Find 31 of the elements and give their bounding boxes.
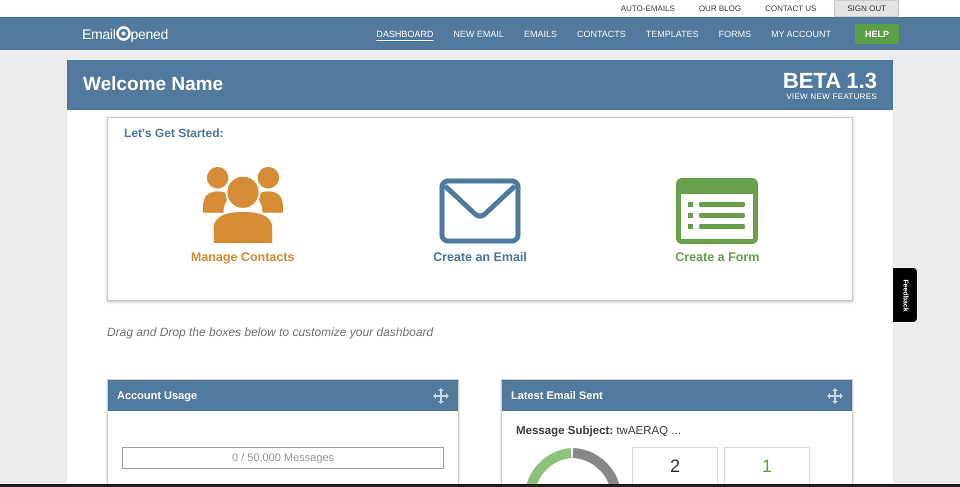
envelope-icon <box>438 178 521 244</box>
action-link[interactable]: Create an Email <box>380 164 580 264</box>
message-subject: Message Subject: twAERAQ ... <box>516 425 682 437</box>
nav-link[interactable]: DASHBOARD <box>376 28 434 38</box>
version-label: BETA 1.3 <box>782 70 877 92</box>
top-link[interactable]: AUTO-EMAILS <box>620 4 675 13</box>
hint-text: Drag and Drop the boxes below to customize your dashboard <box>107 325 434 339</box>
features-link[interactable]: VIEW NEW FEATURES <box>786 92 877 100</box>
stat-value: 2 <box>632 447 718 484</box>
nav-link[interactable]: FORMS <box>718 28 752 38</box>
nav-link[interactable]: EMAILS <box>524 28 557 38</box>
top-link[interactable]: OUR BLOG <box>698 4 742 13</box>
nav-link[interactable]: TEMPLATES <box>646 28 699 38</box>
sign-out-button[interactable]: SIGN OUT <box>834 0 899 17</box>
nav-link[interactable]: CONTACTS <box>576 28 626 38</box>
nav-link[interactable]: NEW EMAIL <box>453 28 504 38</box>
action-link[interactable]: Create a Form <box>617 164 818 264</box>
usage-reading: 0 / 50,000 Messages <box>232 452 334 464</box>
move-icon[interactable] <box>827 388 843 404</box>
widget-title: Latest Email Sent <box>511 390 603 402</box>
help-button[interactable]: HELP <box>855 24 899 44</box>
widget-title: Account Usage <box>117 390 198 402</box>
stat-value: 1 <box>724 447 810 484</box>
logo[interactable]: Email pened <box>82 26 168 42</box>
page-title: Welcome Name <box>83 74 224 96</box>
nav-link[interactable]: MY ACCOUNT <box>771 28 831 38</box>
card-title: Let's Get Started: <box>124 126 225 140</box>
form-icon <box>676 178 758 244</box>
top-link[interactable]: CONTACT US <box>765 4 816 13</box>
action-link[interactable]: Manage Contacts <box>142 164 343 264</box>
move-icon[interactable] <box>433 388 449 404</box>
